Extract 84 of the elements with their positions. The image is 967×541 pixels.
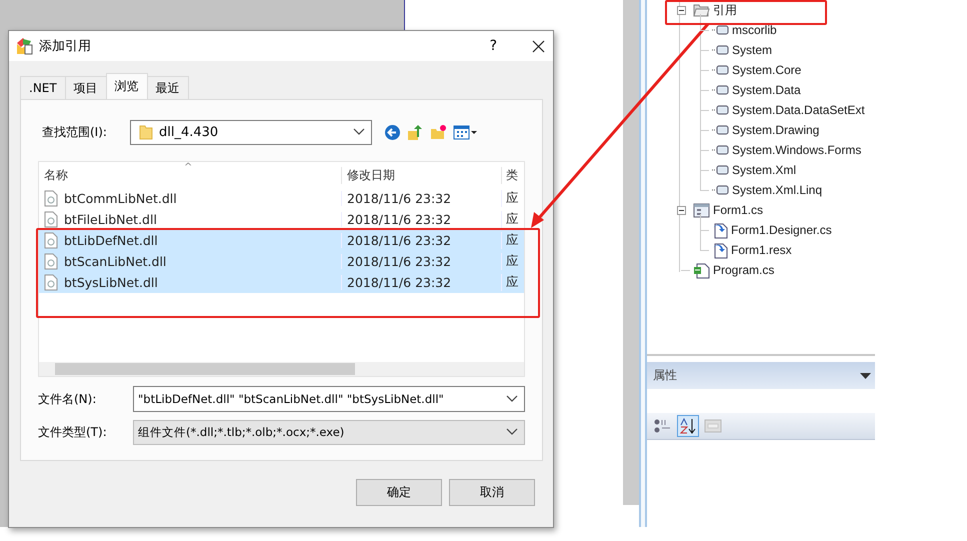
file-type: 应: [501, 274, 524, 291]
dialog-button[interactable]: 取消: [449, 479, 535, 506]
close-icon[interactable]: [532, 40, 545, 52]
tree-item[interactable]: Form1.cs: [713, 203, 764, 217]
form-icon: [693, 202, 710, 218]
tree-item[interactable]: System.Drawing: [732, 123, 820, 137]
reference-icon: [712, 25, 729, 35]
reference-icon: [712, 165, 729, 175]
file-row[interactable]: btScanLibNet.dll 2018/11/6 23:32 应: [39, 251, 524, 272]
folder-icon: [139, 124, 153, 140]
solution-tree[interactable]: 引用 mscorlib System System.Core System.Data System.Data.DataSetExt System.Drawing System.Windows.Forms System.Xml System.Xml.Linq Form1.cs Form1.Designer.cs Form1.resx Program.cs: [647, 0, 875, 356]
tree-item[interactable]: System.Core: [732, 63, 802, 77]
reference-icon: [712, 145, 729, 155]
code-file-icon: [712, 242, 728, 258]
file-name: btSysLibNet.dll: [64, 275, 158, 290]
vertical-scrollbar[interactable]: [623, 0, 639, 505]
file-row[interactable]: btFileLibNet.dll 2018/11/6 23:32 应: [39, 209, 524, 230]
dialog-button[interactable]: 确定: [356, 479, 442, 506]
tree-item[interactable]: System.Windows.Forms: [732, 143, 862, 157]
tree-item[interactable]: System: [732, 43, 772, 57]
folder-icon: [693, 3, 710, 17]
program-file-icon: [693, 262, 710, 278]
view-menu-icon[interactable]: [453, 124, 477, 140]
app-icon: [16, 37, 34, 55]
tab[interactable]: 浏览: [106, 73, 148, 99]
dropdown-arrow-icon[interactable]: [860, 372, 871, 378]
file-icon: [44, 232, 58, 249]
file-row[interactable]: btLibDefNet.dll 2018/11/6 23:32 应: [39, 230, 524, 251]
dialog-title: 添加引用: [39, 38, 92, 55]
file-date: 2018/11/6 23:32: [341, 233, 501, 248]
collapse-icon[interactable]: [677, 206, 686, 214]
code-file-icon: [712, 222, 728, 238]
horizontal-scrollbar[interactable]: [39, 362, 524, 376]
tree-item[interactable]: Form1.Designer.cs: [731, 223, 832, 237]
tree-item[interactable]: System.Data: [732, 83, 801, 97]
file-icon: [44, 211, 58, 228]
file-row[interactable]: btSysLibNet.dll 2018/11/6 23:32 应: [39, 272, 524, 293]
help-button[interactable]: ?: [490, 38, 497, 54]
file-type-label: 文件类型(T):: [38, 424, 108, 440]
file-date: 2018/11/6 23:32: [341, 275, 501, 290]
panel-title: 属性: [653, 367, 677, 384]
collapse-icon[interactable]: [677, 6, 686, 14]
look-in-dropdown[interactable]: dll_4.430: [130, 120, 372, 144]
reference-icon: [712, 85, 729, 95]
reference-icon: [712, 185, 729, 195]
file-name: btScanLibNet.dll: [64, 254, 166, 269]
tree-item[interactable]: System.Xml: [732, 163, 796, 177]
file-name-label: 文件名(N):: [38, 390, 98, 408]
file-name-field[interactable]: "btLibDefNet.dll" "btScanLibNet.dll" "btSysLibNet.dll": [133, 386, 525, 412]
file-type: 应: [501, 253, 524, 270]
column-header[interactable]: 修改日期: [341, 167, 501, 184]
up-folder-icon[interactable]: [407, 124, 424, 140]
column-header[interactable]: 类: [501, 167, 524, 184]
file-type: 应: [501, 232, 524, 249]
back-icon[interactable]: [384, 124, 401, 140]
reference-icon: [712, 45, 729, 55]
file-icon: [44, 253, 58, 270]
file-icon: [44, 190, 58, 207]
file-type-dropdown[interactable]: 组件文件(*.dll;*.tlb;*.olb;*.ocx;*.exe): [133, 420, 525, 444]
file-row[interactable]: btCommLibNet.dll 2018/11/6 23:32 应: [39, 188, 524, 209]
file-type: 应: [501, 211, 524, 228]
reference-icon: [712, 65, 729, 75]
tree-item[interactable]: mscorlib: [732, 23, 777, 37]
tree-item[interactable]: Form1.resx: [731, 243, 792, 257]
file-date: 2018/11/6 23:32: [341, 212, 501, 227]
file-list[interactable]: ^ 名称 修改日期 类 btCommLibNet.dll 2018/11/6 23:32 应 btFileLibNet.dll 2018/11/6 23:32 应 btLibDefNet.dll 2018/11/6 23:32 应 btScanLibNet.dll 2018/11/6 23:32 应 btSysLibNet.dll 2018/11/6 23:32 应: [38, 161, 525, 377]
file-date: 2018/11/6 23:32: [341, 191, 501, 206]
tree-item[interactable]: System.Data.DataSetExt: [732, 103, 865, 117]
file-name: btLibDefNet.dll: [64, 233, 158, 248]
file-date: 2018/11/6 23:32: [341, 254, 501, 269]
tree-item[interactable]: System.Xml.Linq: [732, 183, 822, 197]
reference-icon: [712, 125, 729, 135]
tab[interactable]: 最近: [146, 76, 189, 99]
alphabetical-button[interactable]: [677, 415, 699, 437]
tab[interactable]: .NET: [20, 76, 66, 99]
new-folder-icon[interactable]: [430, 124, 447, 140]
reference-icon: [712, 105, 729, 115]
file-type: 应: [501, 190, 524, 207]
file-name: btCommLibNet.dll: [64, 191, 177, 206]
look-in-label: 查找范围(I):: [41, 124, 108, 140]
tree-item[interactable]: 引用: [713, 2, 737, 18]
tree-item[interactable]: Program.cs: [713, 263, 774, 277]
file-icon: [44, 274, 58, 291]
file-name: btFileLibNet.dll: [64, 212, 157, 227]
